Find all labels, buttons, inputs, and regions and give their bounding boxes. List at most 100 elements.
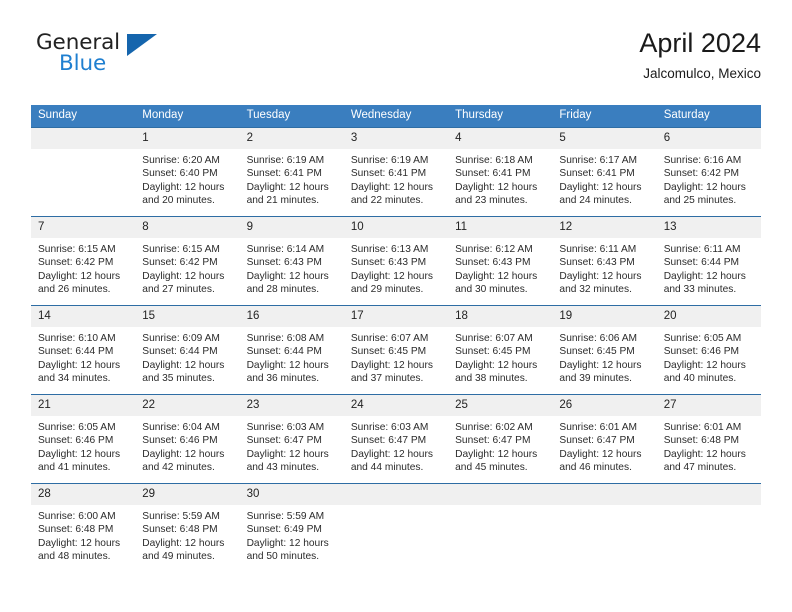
daylight-text-line1: Daylight: 12 hours — [350, 359, 433, 371]
sunset-text: Sunset: 6:43 PM — [246, 257, 322, 269]
calendar-day-cell[interactable]: 9 Sunrise: 6:14 AM Sunset: 6:43 PM Daylight… — [239, 216, 344, 306]
daylight-text-line1: Daylight: 12 hours — [246, 448, 329, 460]
calendar-day-cell[interactable]: 14 Sunrise: 6:10 AM Sunset: 6:44 PM Dayligh… — [31, 305, 136, 395]
day-number: 21 — [31, 395, 136, 416]
general-blue-logo[interactable]: General Blue — [31, 30, 251, 92]
day-details: Sunrise: 6:08 AM Sunset: 6:44 PM Daylight:… — [240, 327, 344, 385]
calendar-day-cell[interactable]: 25 Sunrise: 6:02 AM Sunset: 6:47 PM Dayligh… — [448, 394, 553, 484]
day-number: 18 — [448, 306, 553, 327]
calendar-day-cell[interactable]: 2 Sunrise: 6:19 AM Sunset: 6:41 PM Daylight… — [239, 127, 344, 217]
day-cell-inner: 30 Sunrise: 5:59 AM Sunset: 6:49 PM Dayligh… — [239, 484, 344, 574]
calendar-day-cell[interactable]: 5 Sunrise: 6:17 AM Sunset: 6:41 PM Daylight… — [552, 127, 657, 217]
sunset-text: Sunset: 6:40 PM — [142, 168, 218, 180]
calendar-day-cell[interactable]: 30 Sunrise: 5:59 AM Sunset: 6:49 PM Dayligh… — [239, 483, 344, 574]
calendar-day-cell[interactable]: 26 Sunrise: 6:01 AM Sunset: 6:47 PM Dayligh… — [552, 394, 657, 484]
sunrise-text: Sunrise: 6:18 AM — [455, 155, 533, 166]
sunset-text: Sunset: 6:45 PM — [350, 346, 427, 358]
day-number: 11 — [448, 217, 553, 238]
calendar-week-row: 28 Sunrise: 6:00 AM Sunset: 6:48 PM Dayligh… — [31, 483, 761, 574]
daylight-text-line2: and 22 minutes. — [350, 194, 424, 206]
weekday-header-sunday: Sunday — [31, 105, 136, 128]
calendar-day-cell[interactable]: 10 Sunrise: 6:13 AM Sunset: 6:43 PM Dayligh… — [343, 216, 449, 306]
calendar-day-cell[interactable]: 15 Sunrise: 6:09 AM Sunset: 6:44 PM Dayligh… — [135, 305, 240, 395]
sunset-text: Sunset: 6:42 PM — [663, 168, 740, 180]
calendar-day-cell[interactable]: 24 Sunrise: 6:03 AM Sunset: 6:47 PM Dayligh… — [343, 394, 449, 484]
daylight-text-line2: and 33 minutes. — [663, 283, 737, 295]
sunrise-text: Sunrise: 6:13 AM — [350, 244, 429, 255]
sunrise-text: Sunrise: 6:19 AM — [246, 155, 325, 166]
day-number — [552, 484, 657, 505]
day-details: Sunrise: 6:00 AM Sunset: 6:48 PM Daylight:… — [31, 505, 135, 563]
day-number: 15 — [135, 306, 240, 327]
daylight-text-line2: and 29 minutes. — [350, 283, 424, 295]
day-number: 24 — [343, 395, 449, 416]
day-details: Sunrise: 6:10 AM Sunset: 6:44 PM Daylight:… — [31, 327, 135, 385]
calendar-day-cell[interactable]: 7 Sunrise: 6:15 AM Sunset: 6:42 PM Daylight… — [31, 216, 136, 306]
title-block: April 2024 Jalcomulco, Mexico — [639, 26, 761, 82]
sunset-text: Sunset: 6:41 PM — [455, 168, 531, 180]
daylight-text-line1: Daylight: 12 hours — [246, 270, 329, 282]
calendar-day-cell[interactable]: 22 Sunrise: 6:04 AM Sunset: 6:46 PM Dayligh… — [135, 394, 240, 484]
day-number: 16 — [239, 306, 344, 327]
daylight-text-line1: Daylight: 12 hours — [246, 359, 329, 371]
daylight-text-line1: Daylight: 12 hours — [350, 181, 433, 193]
day-number: 6 — [656, 128, 761, 149]
day-details: Sunrise: 6:12 AM Sunset: 6:43 PM Daylight:… — [448, 238, 552, 296]
calendar-day-cell[interactable]: 11 Sunrise: 6:12 AM Sunset: 6:43 PM Dayligh… — [448, 216, 553, 306]
calendar-day-cell[interactable]: 16 Sunrise: 6:08 AM Sunset: 6:44 PM Dayligh… — [239, 305, 344, 395]
page-title: April 2024 — [639, 28, 761, 58]
sunrise-text: Sunrise: 6:16 AM — [663, 155, 742, 166]
calendar-day-cell[interactable]: 27 Sunrise: 6:01 AM Sunset: 6:48 PM Dayligh… — [656, 394, 761, 484]
day-cell-inner: 3 Sunrise: 6:19 AM Sunset: 6:41 PM Daylight… — [343, 128, 449, 216]
calendar-day-cell[interactable]: 17 Sunrise: 6:07 AM Sunset: 6:45 PM Dayligh… — [343, 305, 449, 395]
day-details: Sunrise: 6:03 AM Sunset: 6:47 PM Daylight:… — [240, 416, 344, 474]
daylight-text-line2: and 36 minutes. — [246, 372, 320, 384]
calendar-week-row: 7 Sunrise: 6:15 AM Sunset: 6:42 PM Daylight… — [31, 216, 761, 306]
calendar-day-cell[interactable]: 23 Sunrise: 6:03 AM Sunset: 6:47 PM Dayligh… — [239, 394, 344, 484]
daylight-text-line1: Daylight: 12 hours — [142, 448, 225, 460]
weekday-header-monday: Monday — [135, 105, 240, 128]
day-number: 29 — [135, 484, 240, 505]
daylight-text-line1: Daylight: 12 hours — [455, 270, 538, 282]
sunrise-text: Sunrise: 6:15 AM — [38, 244, 116, 255]
sunset-text: Sunset: 6:44 PM — [663, 257, 740, 269]
day-details: Sunrise: 6:20 AM Sunset: 6:40 PM Daylight:… — [135, 149, 239, 207]
calendar-day-cell[interactable]: 29 Sunrise: 5:59 AM Sunset: 6:48 PM Dayligh… — [135, 483, 240, 574]
sunset-text: Sunset: 6:46 PM — [663, 346, 740, 358]
day-number — [448, 484, 553, 505]
day-cell-inner: 14 Sunrise: 6:10 AM Sunset: 6:44 PM Dayligh… — [31, 306, 136, 394]
sunset-text: Sunset: 6:46 PM — [38, 435, 114, 447]
day-number — [656, 484, 761, 505]
calendar-day-cell[interactable]: 6 Sunrise: 6:16 AM Sunset: 6:42 PM Daylight… — [656, 127, 761, 217]
sunrise-text: Sunrise: 6:01 AM — [559, 422, 637, 433]
day-number: 8 — [135, 217, 240, 238]
sunrise-text: Sunrise: 6:08 AM — [246, 333, 325, 344]
calendar-day-cell[interactable]: 12 Sunrise: 6:11 AM Sunset: 6:43 PM Dayligh… — [552, 216, 657, 306]
weekday-header-row: Sunday Monday Tuesday Wednesday Thursday… — [31, 105, 761, 128]
calendar-day-cell[interactable]: 18 Sunrise: 6:07 AM Sunset: 6:45 PM Dayligh… — [448, 305, 553, 395]
calendar-day-cell[interactable]: 8 Sunrise: 6:15 AM Sunset: 6:42 PM Daylight… — [135, 216, 240, 306]
daylight-text-line1: Daylight: 12 hours — [142, 181, 225, 193]
calendar-day-cell[interactable]: 21 Sunrise: 6:05 AM Sunset: 6:46 PM Dayligh… — [31, 394, 136, 484]
daylight-text-line1: Daylight: 12 hours — [38, 270, 121, 282]
sunset-text: Sunset: 6:44 PM — [246, 346, 322, 358]
day-cell-inner: 6 Sunrise: 6:16 AM Sunset: 6:42 PM Daylight… — [656, 128, 761, 216]
day-details: Sunrise: 6:13 AM Sunset: 6:43 PM Daylight:… — [344, 238, 448, 296]
day-details: Sunrise: 6:06 AM Sunset: 6:45 PM Daylight:… — [552, 327, 656, 385]
calendar-day-cell[interactable]: 1 Sunrise: 6:20 AM Sunset: 6:40 PM Daylight… — [135, 127, 240, 217]
day-number: 12 — [552, 217, 657, 238]
calendar-day-cell[interactable]: 3 Sunrise: 6:19 AM Sunset: 6:41 PM Daylight… — [343, 127, 449, 217]
daylight-text-line2: and 27 minutes. — [142, 283, 215, 295]
calendar-day-cell[interactable]: 28 Sunrise: 6:00 AM Sunset: 6:48 PM Dayligh… — [31, 483, 136, 574]
day-details: Sunrise: 6:15 AM Sunset: 6:42 PM Daylight:… — [135, 238, 239, 296]
calendar-day-cell[interactable]: 13 Sunrise: 6:11 AM Sunset: 6:44 PM Dayligh… — [656, 216, 761, 306]
daylight-text-line2: and 32 minutes. — [559, 283, 632, 295]
day-number: 13 — [656, 217, 761, 238]
sunrise-text: Sunrise: 6:11 AM — [663, 244, 741, 255]
day-cell-inner — [343, 484, 449, 574]
daylight-text-line2: and 25 minutes. — [663, 194, 737, 206]
calendar-day-cell[interactable]: 4 Sunrise: 6:18 AM Sunset: 6:41 PM Daylight… — [448, 127, 553, 217]
calendar-day-cell[interactable]: 20 Sunrise: 6:05 AM Sunset: 6:46 PM Dayligh… — [656, 305, 761, 395]
day-number: 30 — [239, 484, 344, 505]
calendar-day-cell[interactable]: 19 Sunrise: 6:06 AM Sunset: 6:45 PM Dayligh… — [552, 305, 657, 395]
